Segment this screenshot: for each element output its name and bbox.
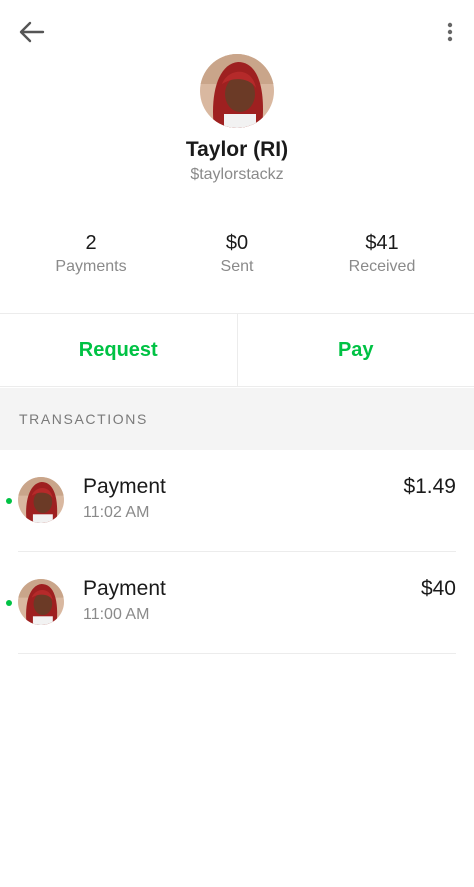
transaction-list: Payment 11:02 AM $1.49 Payment 11:00 AM …	[0, 450, 474, 654]
transaction-time: 11:02 AM	[83, 504, 150, 521]
back-button[interactable]	[14, 14, 50, 50]
pay-button[interactable]: Pay	[238, 314, 474, 386]
divider	[18, 653, 456, 654]
stat-sent: $0 Sent	[167, 230, 307, 278]
transaction-row[interactable]: Payment 11:00 AM $40	[0, 552, 474, 654]
stats-row: 2 Payments $0 Sent $41 Received	[0, 230, 474, 286]
stat-label: Received	[348, 258, 416, 275]
profile-screen: Taylor (RI) $taylorstackz 2 Payments $0 …	[0, 0, 474, 887]
profile-avatar	[200, 54, 274, 128]
vertical-ellipsis-icon	[447, 22, 453, 42]
unread-dot-icon	[6, 498, 12, 504]
profile-name: Taylor (RI)	[185, 138, 289, 161]
transaction-title: Payment	[83, 475, 166, 498]
transaction-time: 11:00 AM	[83, 606, 150, 623]
profile-handle: $taylorstackz	[190, 166, 284, 183]
stat-received: $41 Received	[312, 230, 452, 278]
stat-value: $0	[225, 232, 249, 254]
transaction-avatar	[18, 477, 64, 523]
stat-value: 2	[85, 232, 97, 254]
unread-dot-icon	[6, 600, 12, 606]
request-button[interactable]: Request	[0, 314, 238, 386]
transaction-amount: $1.49	[403, 475, 456, 498]
transactions-header: TRANSACTIONS	[0, 388, 474, 450]
arrow-left-icon	[19, 21, 45, 43]
stat-value: $41	[365, 232, 399, 254]
more-options-button[interactable]	[438, 14, 462, 50]
stat-label: Sent	[220, 258, 254, 275]
transaction-title: Payment	[83, 577, 166, 600]
transaction-amount: $40	[420, 577, 456, 600]
action-row: Request Pay	[0, 313, 474, 387]
stat-label: Payments	[55, 258, 127, 275]
stat-payments: 2 Payments	[21, 230, 161, 278]
transaction-row[interactable]: Payment 11:02 AM $1.49	[0, 450, 474, 552]
transaction-avatar	[18, 579, 64, 625]
